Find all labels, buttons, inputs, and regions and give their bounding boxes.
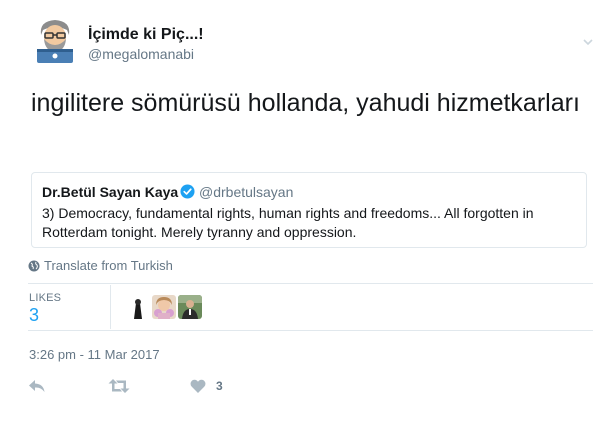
- like-button[interactable]: 3: [190, 376, 223, 396]
- quoted-author-handle: @drbetulsayan: [199, 184, 294, 200]
- divider: [28, 330, 593, 331]
- tweet-actions: 3: [28, 376, 328, 396]
- globe-icon: [28, 260, 40, 272]
- quoted-author-name: Dr.Betül Sayan Kaya: [42, 184, 179, 200]
- liker-avatar[interactable]: [126, 295, 150, 319]
- author-avatar[interactable]: [31, 15, 79, 63]
- author-handle[interactable]: @megalomanabi: [88, 46, 194, 62]
- like-count: 3: [216, 379, 223, 393]
- tweet-timestamp[interactable]: 3:26 pm - 11 Mar 2017: [29, 347, 160, 362]
- author-name[interactable]: İçimde ki Piç...!: [88, 26, 204, 44]
- divider: [110, 285, 111, 329]
- tweet-text: ingilitere sömürüsü hollanda, yahudi hiz…: [31, 89, 580, 117]
- quoted-tweet-text: 3) Democracy, fundamental rights, human …: [42, 205, 534, 240]
- reply-button[interactable]: [28, 376, 46, 396]
- likes-label: LIKES: [29, 292, 62, 304]
- liker-avatar[interactable]: [178, 295, 202, 319]
- likers-list: [126, 295, 202, 319]
- verified-badge-icon: [180, 184, 195, 199]
- translate-link[interactable]: Translate from Turkish: [28, 258, 173, 273]
- translate-label: Translate from Turkish: [44, 258, 173, 273]
- tweet-card: İçimde ki Piç...! @megalomanabi ingilite…: [0, 0, 615, 421]
- retweet-button[interactable]: [108, 376, 130, 396]
- retweet-icon: [108, 378, 130, 394]
- reply-icon: [28, 378, 46, 394]
- divider: [28, 283, 593, 284]
- liker-avatar[interactable]: [152, 295, 176, 319]
- quoted-tweet[interactable]: Dr.Betül Sayan Kaya @drbetulsayan 3) Dem…: [31, 172, 587, 248]
- heart-icon: [190, 379, 206, 394]
- chevron-down-icon[interactable]: [583, 34, 593, 46]
- likes-count[interactable]: 3: [29, 305, 39, 326]
